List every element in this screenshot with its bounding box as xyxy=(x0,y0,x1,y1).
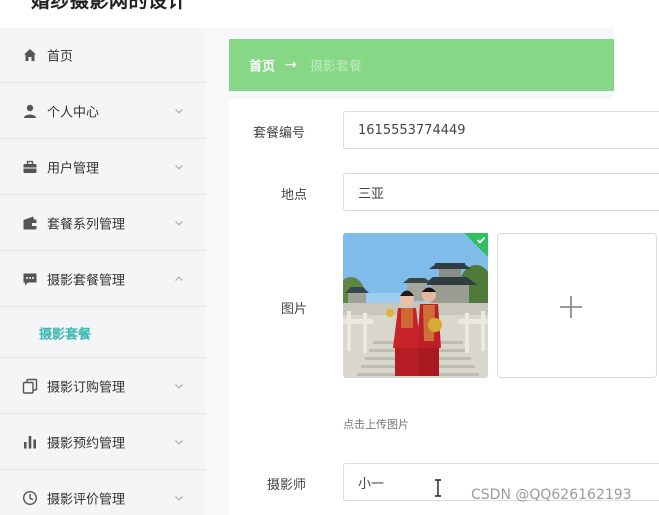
home-icon xyxy=(22,47,38,63)
image-upload-button[interactable] xyxy=(497,233,657,378)
package-no-field[interactable] xyxy=(343,111,659,149)
wallet-icon xyxy=(22,215,38,231)
sidebar-item-label: 摄影订购管理 xyxy=(47,380,126,396)
app-title: 婚纱摄影网的设计 xyxy=(31,0,188,12)
chevron-down-icon xyxy=(174,162,184,172)
sidebar-item-label: 个人中心 xyxy=(47,105,100,121)
upload-hint: 点击上传图片 xyxy=(343,418,409,431)
sidebar-subitem-label: 摄影套餐 xyxy=(39,327,92,342)
sidebar-subitem-photo-package[interactable]: 摄影套餐 xyxy=(0,308,206,358)
breadcrumb-separator: → xyxy=(285,57,297,73)
page: 婚纱摄影网的设计 首页 个人中心 用户管理 套餐系列管理 摄影套餐管理 摄影套餐… xyxy=(0,0,659,515)
breadcrumb: 首页 → 摄影套餐 xyxy=(229,39,614,91)
watermark: CSDN @QQ626162193 xyxy=(471,487,632,503)
sidebar-item-label: 摄影预约管理 xyxy=(47,436,126,452)
sidebar-item-label: 套餐系列管理 xyxy=(47,217,126,233)
sidebar-item-photo-order-management[interactable]: 摄影订购管理 xyxy=(0,359,206,414)
sidebar-item-photo-booking-management[interactable]: 摄影预约管理 xyxy=(0,415,206,470)
breadcrumb-home-link[interactable]: 首页 xyxy=(249,56,275,75)
sidebar: 首页 个人中心 用户管理 套餐系列管理 摄影套餐管理 摄影套餐 摄影订购管理 摄… xyxy=(0,28,206,515)
text-cursor-icon xyxy=(435,479,441,497)
sidebar-item-label: 摄影评价管理 xyxy=(47,492,126,508)
image-label: 图片 xyxy=(281,302,308,317)
main-content: 首页 → 摄影套餐 套餐编号 地点 图片 xyxy=(206,28,659,515)
location-label: 地点 xyxy=(281,188,308,203)
sidebar-item-photo-review-management[interactable]: 摄影评价管理 xyxy=(0,471,206,515)
chevron-down-icon xyxy=(174,493,184,503)
chat-icon xyxy=(22,271,38,287)
copy-icon xyxy=(22,378,38,394)
chevron-down-icon xyxy=(174,381,184,391)
sidebar-item-personal-center[interactable]: 个人中心 xyxy=(0,84,206,139)
package-no-label: 套餐编号 xyxy=(253,126,306,141)
upload-success-badge xyxy=(464,233,488,257)
chevron-down-icon xyxy=(174,218,184,228)
sidebar-item-package-series[interactable]: 套餐系列管理 xyxy=(0,196,206,251)
plus-icon xyxy=(560,296,582,318)
photographer-label: 摄影师 xyxy=(267,478,307,493)
sidebar-item-user-management[interactable]: 用户管理 xyxy=(0,140,206,195)
chevron-down-icon xyxy=(174,106,184,116)
user-icon xyxy=(22,103,38,119)
sidebar-item-home[interactable]: 首页 xyxy=(0,28,206,83)
bar-chart-icon xyxy=(22,434,38,450)
chevron-up-icon xyxy=(174,274,184,284)
clock-icon xyxy=(22,490,38,506)
sidebar-item-label: 用户管理 xyxy=(47,161,100,177)
location-field[interactable] xyxy=(343,173,659,211)
breadcrumb-current: 摄影套餐 xyxy=(310,59,363,75)
briefcase-icon xyxy=(22,159,38,175)
chevron-down-icon xyxy=(174,437,184,447)
package-form: 套餐编号 地点 图片 xyxy=(229,99,659,515)
sidebar-item-label: 首页 xyxy=(47,49,74,65)
sidebar-item-label: 摄影套餐管理 xyxy=(47,273,126,289)
sidebar-item-photo-package-management[interactable]: 摄影套餐管理 xyxy=(0,252,206,307)
